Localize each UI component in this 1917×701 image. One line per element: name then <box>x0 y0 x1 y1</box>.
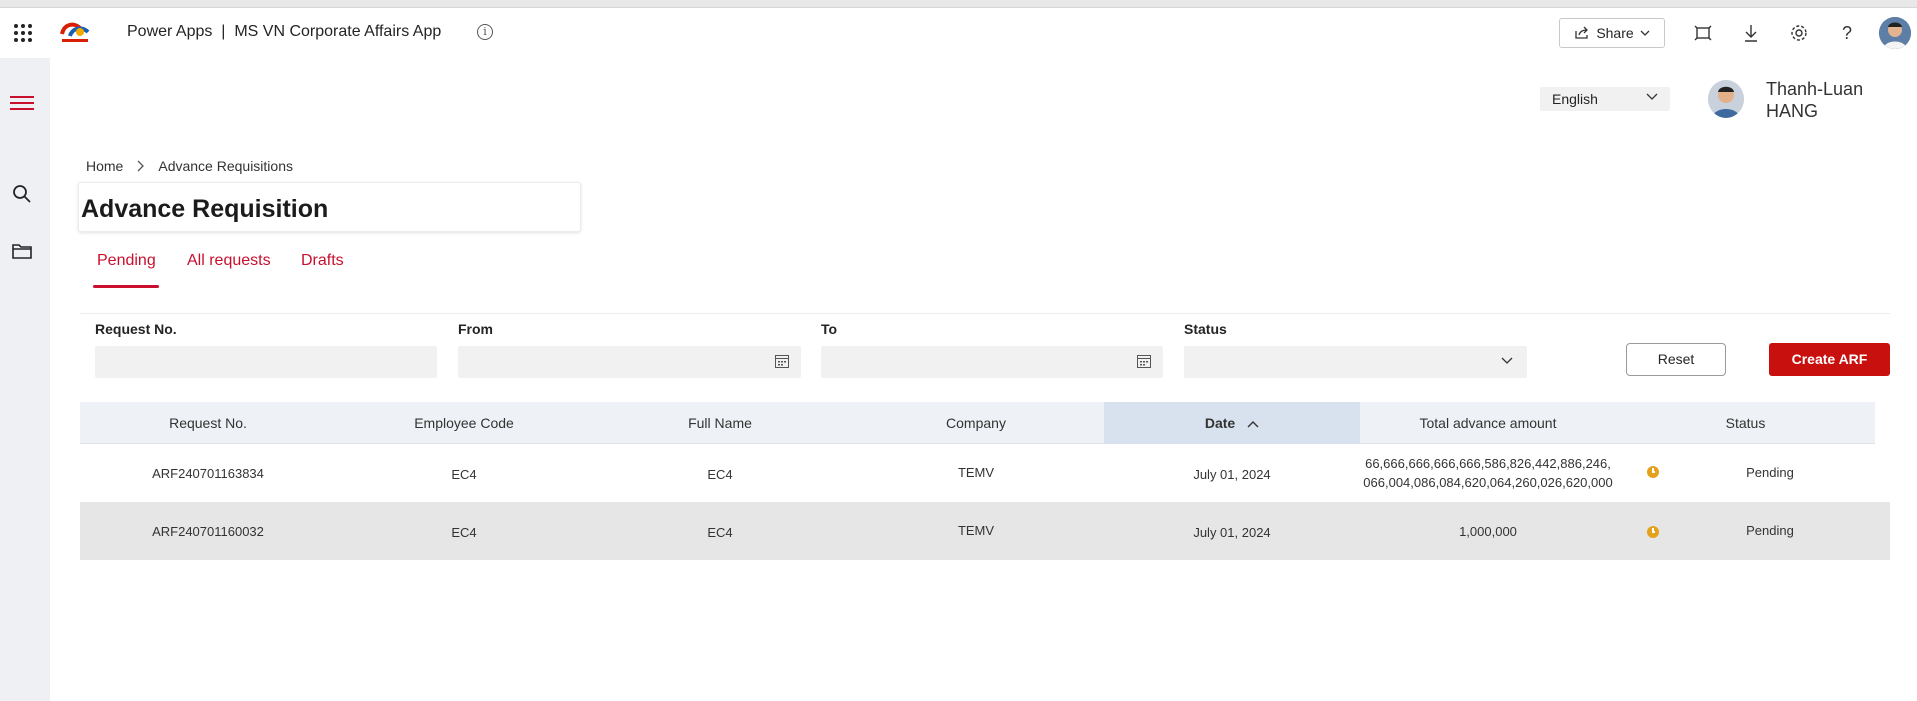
column-header-request-no[interactable]: Request No. <box>80 402 336 444</box>
status-dropdown[interactable] <box>1184 346 1527 378</box>
profile-avatar[interactable] <box>1879 17 1911 49</box>
from-label: From <box>458 321 493 337</box>
column-header-date[interactable]: Date <box>1104 402 1360 444</box>
cell-total-amount-line2: 066,004,086,084,620,064,260,026,620,000 <box>1363 475 1613 490</box>
info-icon[interactable]: i <box>477 24 493 40</box>
cell-full-name: EC4 <box>707 467 733 482</box>
app-launcher-icon[interactable] <box>14 24 32 42</box>
column-header-status[interactable]: Status <box>1616 402 1875 444</box>
app-title: Power Apps | MS VN Corporate Affairs App <box>127 23 442 40</box>
cell-total-amount-line1: 66,666,666,666,666,586,826,442,886,246, <box>1365 456 1611 471</box>
calendar-icon[interactable] <box>1137 355 1151 368</box>
to-date-input[interactable] <box>821 346 1163 378</box>
share-button[interactable]: Share <box>1559 18 1665 48</box>
pending-clock-icon <box>1647 526 1659 538</box>
cell-date: July 01, 2024 <box>1193 467 1271 482</box>
settings-gear-icon[interactable] <box>1788 22 1810 44</box>
cell-status: Pending <box>1746 465 1794 480</box>
breadcrumb-current: Advance Requisitions <box>158 158 293 174</box>
request-no-input[interactable] <box>95 346 437 378</box>
column-header-full-name[interactable]: Full Name <box>592 402 848 444</box>
folder-icon[interactable] <box>11 240 33 262</box>
cell-total-amount: 66,666,666,666,666,586,826,442,886,246, … <box>1360 454 1616 492</box>
active-tab-indicator <box>93 285 159 288</box>
column-header-employee-code[interactable]: Employee Code <box>336 402 592 444</box>
column-header-date-label: Date <box>1204 415 1236 431</box>
fit-to-window-icon[interactable] <box>1692 22 1714 44</box>
create-arf-button[interactable]: Create ARF <box>1769 343 1890 376</box>
language-value: English <box>1552 91 1598 107</box>
column-header-total-amount[interactable]: Total advance amount <box>1360 402 1616 444</box>
breadcrumb: Home Advance Requisitions <box>86 158 293 174</box>
chevron-right-icon <box>137 160 145 172</box>
share-icon <box>1575 26 1589 39</box>
calendar-icon[interactable] <box>775 355 789 368</box>
chevron-down-icon <box>1501 357 1513 364</box>
reset-button[interactable]: Reset <box>1626 343 1726 376</box>
cell-full-name: EC4 <box>707 525 733 540</box>
cell-company: TEMV <box>957 465 995 480</box>
cell-employee-code: EC4 <box>451 467 477 482</box>
sort-ascending-icon <box>1247 421 1259 428</box>
page-title-box: Advance Requisition <box>78 182 581 232</box>
page-title: Advance Requisition <box>81 195 329 223</box>
cell-employee-code: EC4 <box>451 525 477 540</box>
chevron-down-icon <box>1646 93 1658 100</box>
hamburger-menu-icon[interactable] <box>10 96 34 110</box>
tab-pending[interactable]: Pending <box>97 252 156 270</box>
table-row[interactable]: ARF240701160032 EC4 EC4 TEMV July 01, 20… <box>80 502 1890 560</box>
help-icon[interactable]: ? <box>1836 22 1858 44</box>
tab-all-requests[interactable]: All requests <box>187 252 271 270</box>
totalenergies-logo <box>58 20 92 46</box>
chevron-down-icon <box>1640 30 1650 36</box>
user-name: Thanh-Luan HANG <box>1766 79 1864 121</box>
search-icon[interactable] <box>11 183 33 205</box>
app-header: Power Apps | MS VN Corporate Affairs App… <box>0 8 1917 58</box>
browser-strip <box>0 0 1917 8</box>
cell-date: July 01, 2024 <box>1193 525 1271 540</box>
column-header-company[interactable]: Company <box>848 402 1104 444</box>
to-label: To <box>821 321 838 337</box>
request-no-label: Request No. <box>95 321 177 337</box>
table-row[interactable]: ARF240701163834 EC4 EC4 TEMV July 01, 20… <box>80 444 1890 502</box>
left-rail <box>0 58 50 701</box>
cell-status: Pending <box>1746 523 1794 538</box>
cell-request-no: ARF240701160032 <box>152 524 264 539</box>
language-dropdown[interactable]: English <box>1540 87 1670 111</box>
cell-company: TEMV <box>957 523 995 538</box>
table-header: Request No. Employee Code Full Name Comp… <box>80 402 1875 444</box>
cell-total-amount: 1,000,000 <box>1459 524 1517 539</box>
cell-request-no: ARF240701163834 <box>152 466 264 481</box>
share-label: Share <box>1596 25 1634 41</box>
tab-drafts[interactable]: Drafts <box>301 252 344 270</box>
download-icon[interactable] <box>1740 22 1762 44</box>
pending-clock-icon <box>1647 466 1659 478</box>
user-avatar <box>1708 80 1744 118</box>
status-label: Status <box>1184 321 1227 337</box>
filter-panel: Request No. From To Status Reset Create … <box>80 313 1890 383</box>
breadcrumb-home-link[interactable]: Home <box>86 158 123 174</box>
from-date-input[interactable] <box>458 346 801 378</box>
